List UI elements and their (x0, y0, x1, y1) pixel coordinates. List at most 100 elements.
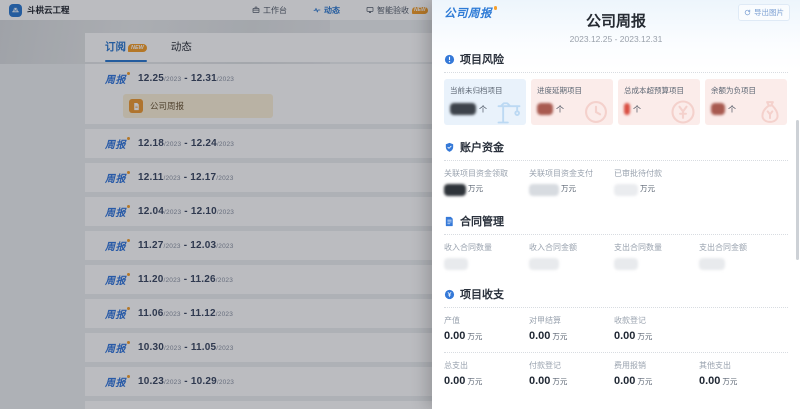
stat-number: 0.00 (614, 375, 635, 387)
stat-value (529, 257, 614, 270)
risk-card: 当前未归档项目个 (444, 79, 526, 125)
stat-value: 0.00万元 (529, 375, 614, 388)
stat-value: 万元 (529, 183, 614, 196)
risk-card-label: 进度延期项目 (537, 85, 607, 96)
redacted-value (444, 184, 466, 196)
stat: 对甲结算 0.00万元 (529, 315, 614, 343)
section-project-risk: 项目风险 当前未归档项目个进度延期项目个 总成本超预算项目个余额为负项目个 (444, 51, 788, 125)
stat-label: 对甲结算 (529, 315, 614, 326)
stat: 其他支出 0.00万元 (699, 360, 784, 388)
redacted-value (614, 184, 638, 196)
redacted-value (444, 258, 468, 270)
stat-unit: 万元 (637, 376, 652, 387)
stat-value (444, 257, 529, 270)
stat-label: 收入合同金额 (529, 242, 614, 253)
stat-unit: 万元 (467, 331, 482, 342)
redacted-value (450, 103, 476, 115)
stat-label: 支出合同金额 (699, 242, 784, 253)
stat-unit: 万元 (552, 376, 567, 387)
stat-number: 0.00 (699, 375, 720, 387)
stat: 支出合同金额 (699, 242, 784, 270)
stat-unit: 万元 (640, 183, 655, 194)
risk-card-label: 总成本超预算项目 (624, 85, 694, 96)
stat-label: 支出合同数量 (614, 242, 699, 253)
export-label: 导出图片 (754, 7, 784, 18)
stat: 收入合同金额 (529, 242, 614, 270)
stat-label: 产值 (444, 315, 529, 326)
alert-icon (444, 54, 455, 65)
contract-icon (444, 216, 455, 227)
coin-icon (444, 289, 455, 300)
stat: 收入合同数量 (444, 242, 529, 270)
stat: 关联项目资金领取万元 (444, 168, 529, 196)
funds-stats: 关联项目资金领取万元关联项目资金支付万元已审批待付款万元 (444, 168, 788, 196)
stat-label: 关联项目资金领取 (444, 168, 529, 179)
stat: 产值 0.00万元 (444, 315, 529, 343)
stat-number: 0.00 (444, 375, 465, 387)
export-image-button[interactable]: 导出图片 (738, 4, 790, 21)
stat-label: 已审批待付款 (614, 168, 699, 179)
section-title: 项目风险 (460, 51, 504, 67)
stat-value (699, 257, 784, 270)
redacted-value (699, 258, 725, 270)
stat-number: 0.00 (529, 330, 550, 342)
stat: 费用报销 0.00万元 (614, 360, 699, 388)
stat-label: 费用报销 (614, 360, 699, 371)
stat-label: 收入合同数量 (444, 242, 529, 253)
risk-card-row: 当前未归档项目个进度延期项目个 总成本超预算项目个余额为负项目个 (444, 79, 788, 125)
stat-unit: 万元 (722, 376, 737, 387)
stat-value: 0.00万元 (614, 330, 699, 343)
stat: 关联项目资金支付万元 (529, 168, 614, 196)
stat-number: 0.00 (529, 375, 550, 387)
stat-value: 0.00万元 (444, 375, 529, 388)
redacted-value (711, 103, 725, 115)
section-header: 合同管理 (444, 213, 788, 235)
balance-stats-expense: 总支出0.00万元付款登记0.00万元费用报销0.00万元其他支出0.00万元 (444, 360, 788, 388)
shield-icon (444, 142, 455, 153)
stat-unit: 万元 (637, 331, 652, 342)
clock-icon (582, 98, 610, 125)
section-project-balance: 项目收支 产值0.00万元对甲结算0.00万元收款登记0.00万元 总支出0.0… (444, 286, 788, 388)
risk-card: 余额为负项目个 (705, 79, 787, 125)
balance-stats-income: 产值0.00万元对甲结算0.00万元收款登记0.00万元 (444, 315, 788, 343)
stat-number: 0.00 (614, 330, 635, 342)
section-header: 账户资金 (444, 139, 788, 161)
drawer-scrollbar[interactable] (796, 120, 799, 260)
risk-card-label: 余额为负项目 (711, 85, 781, 96)
section-title: 项目收支 (460, 286, 504, 302)
stat-value: 0.00万元 (614, 375, 699, 388)
report-date-range: 2023.12.25 - 2023.12.31 (444, 34, 788, 44)
stat-label: 关联项目资金支付 (529, 168, 614, 179)
stat-value: 0.00万元 (529, 330, 614, 343)
risk-card: 总成本超预算项目个 (618, 79, 700, 125)
redacted-value (537, 103, 553, 115)
stat-value: 0.00万元 (444, 330, 529, 343)
risk-card-unit: 个 (728, 104, 736, 115)
section-account-funds: 账户资金 关联项目资金领取万元关联项目资金支付万元已审批待付款万元 (444, 139, 788, 196)
section-title: 账户资金 (460, 139, 504, 155)
contracts-stats: 收入合同数量收入合同金额支出合同数量支出合同金额 (444, 242, 788, 270)
risk-card-label: 当前未归档项目 (450, 85, 520, 96)
stat: 收款登记0.00万元 (614, 315, 699, 343)
redacted-value (624, 103, 630, 115)
redacted-value (614, 258, 638, 270)
section-header: 项目收支 (444, 286, 788, 308)
stat-label: 付款登记 (529, 360, 614, 371)
app-root: 斗栱云工程 工作台 动态 智能验收 NEW 订阅 NEW (0, 0, 800, 409)
section-header: 项目风险 (444, 51, 788, 73)
crane-icon (495, 98, 523, 125)
redacted-value (529, 258, 559, 270)
stat-label: 其他支出 (699, 360, 784, 371)
weekly-report-drawer: 公司周报 导出图片 公司周报 2023.12.25 - 2023.12.31 项… (432, 0, 800, 409)
stat-value: 万元 (614, 183, 699, 196)
report-stamp: 公司周报 (444, 5, 497, 21)
stat-label: 总支出 (444, 360, 529, 371)
stat-number: 0.00 (444, 330, 465, 342)
stat-unit: 万元 (468, 183, 483, 194)
stat: 总支出 0.00万元 (444, 360, 529, 388)
stat-unit: 万元 (467, 376, 482, 387)
redacted-value (529, 184, 559, 196)
stat-unit: 万元 (561, 183, 576, 194)
stat-value: 万元 (444, 183, 529, 196)
export-icon (744, 9, 751, 16)
